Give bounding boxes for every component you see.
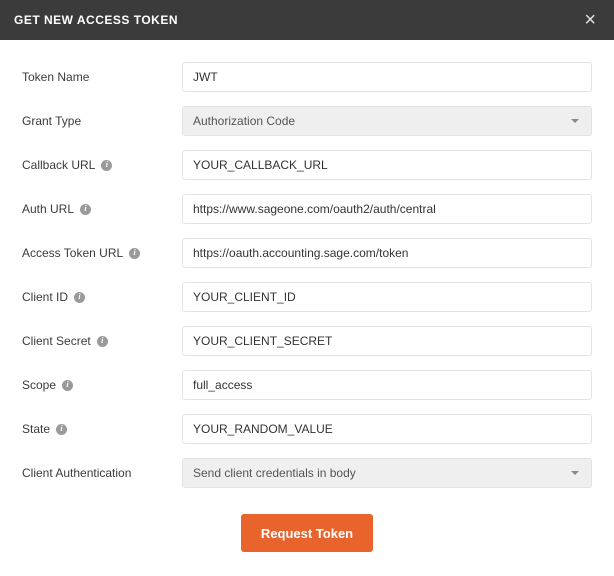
row-grant-type: Grant Type Authorization Code: [22, 106, 592, 136]
label-client-authentication: Client Authentication: [22, 466, 182, 480]
field-client-id: [182, 282, 592, 312]
client-id-input[interactable]: [182, 282, 592, 312]
info-icon[interactable]: i: [129, 248, 140, 259]
label-auth-url: Auth URL i: [22, 202, 182, 216]
label-scope: Scope i: [22, 378, 182, 392]
field-client-secret: [182, 326, 592, 356]
row-token-name: Token Name: [22, 62, 592, 92]
select-value: Send client credentials in body: [193, 466, 356, 480]
label-text: Callback URL: [22, 158, 95, 172]
row-client-secret: Client Secret i: [22, 326, 592, 356]
label-state: State i: [22, 422, 182, 436]
field-token-name: [182, 62, 592, 92]
modal-title: GET NEW ACCESS TOKEN: [14, 13, 178, 27]
label-text: Scope: [22, 378, 56, 392]
access-token-url-input[interactable]: [182, 238, 592, 268]
field-scope: [182, 370, 592, 400]
state-input[interactable]: [182, 414, 592, 444]
token-name-input[interactable]: [182, 62, 592, 92]
info-icon[interactable]: i: [74, 292, 85, 303]
label-callback-url: Callback URL i: [22, 158, 182, 172]
field-state: [182, 414, 592, 444]
label-text: Access Token URL: [22, 246, 123, 260]
select-value: Authorization Code: [193, 114, 295, 128]
row-client-authentication: Client Authentication Send client creden…: [22, 458, 592, 488]
client-secret-input[interactable]: [182, 326, 592, 356]
row-scope: Scope i: [22, 370, 592, 400]
info-icon[interactable]: i: [101, 160, 112, 171]
callback-url-input[interactable]: [182, 150, 592, 180]
access-token-modal: GET NEW ACCESS TOKEN × Token Name Grant …: [0, 0, 614, 576]
info-icon[interactable]: i: [80, 204, 91, 215]
field-auth-url: [182, 194, 592, 224]
row-access-token-url: Access Token URL i: [22, 238, 592, 268]
modal-body: Token Name Grant Type Authorization Code…: [0, 40, 614, 576]
row-callback-url: Callback URL i: [22, 150, 592, 180]
info-icon[interactable]: i: [56, 424, 67, 435]
chevron-down-icon: [571, 471, 579, 475]
field-client-authentication: Send client credentials in body: [182, 458, 592, 488]
scope-input[interactable]: [182, 370, 592, 400]
field-grant-type: Authorization Code: [182, 106, 592, 136]
label-text: Token Name: [22, 70, 89, 84]
close-icon[interactable]: ×: [580, 10, 600, 30]
label-text: Client Authentication: [22, 466, 131, 480]
row-auth-url: Auth URL i: [22, 194, 592, 224]
info-icon[interactable]: i: [97, 336, 108, 347]
field-callback-url: [182, 150, 592, 180]
info-icon[interactable]: i: [62, 380, 73, 391]
label-text: State: [22, 422, 50, 436]
row-client-id: Client ID i: [22, 282, 592, 312]
label-grant-type: Grant Type: [22, 114, 182, 128]
client-authentication-select[interactable]: Send client credentials in body: [182, 458, 592, 488]
label-text: Client Secret: [22, 334, 91, 348]
label-access-token-url: Access Token URL i: [22, 246, 182, 260]
label-token-name: Token Name: [22, 70, 182, 84]
request-token-button[interactable]: Request Token: [241, 514, 373, 552]
row-state: State i: [22, 414, 592, 444]
modal-footer: Request Token: [22, 514, 592, 552]
chevron-down-icon: [571, 119, 579, 123]
label-client-secret: Client Secret i: [22, 334, 182, 348]
grant-type-select[interactable]: Authorization Code: [182, 106, 592, 136]
auth-url-input[interactable]: [182, 194, 592, 224]
field-access-token-url: [182, 238, 592, 268]
label-text: Grant Type: [22, 114, 81, 128]
label-text: Client ID: [22, 290, 68, 304]
modal-header: GET NEW ACCESS TOKEN ×: [0, 0, 614, 40]
label-text: Auth URL: [22, 202, 74, 216]
label-client-id: Client ID i: [22, 290, 182, 304]
